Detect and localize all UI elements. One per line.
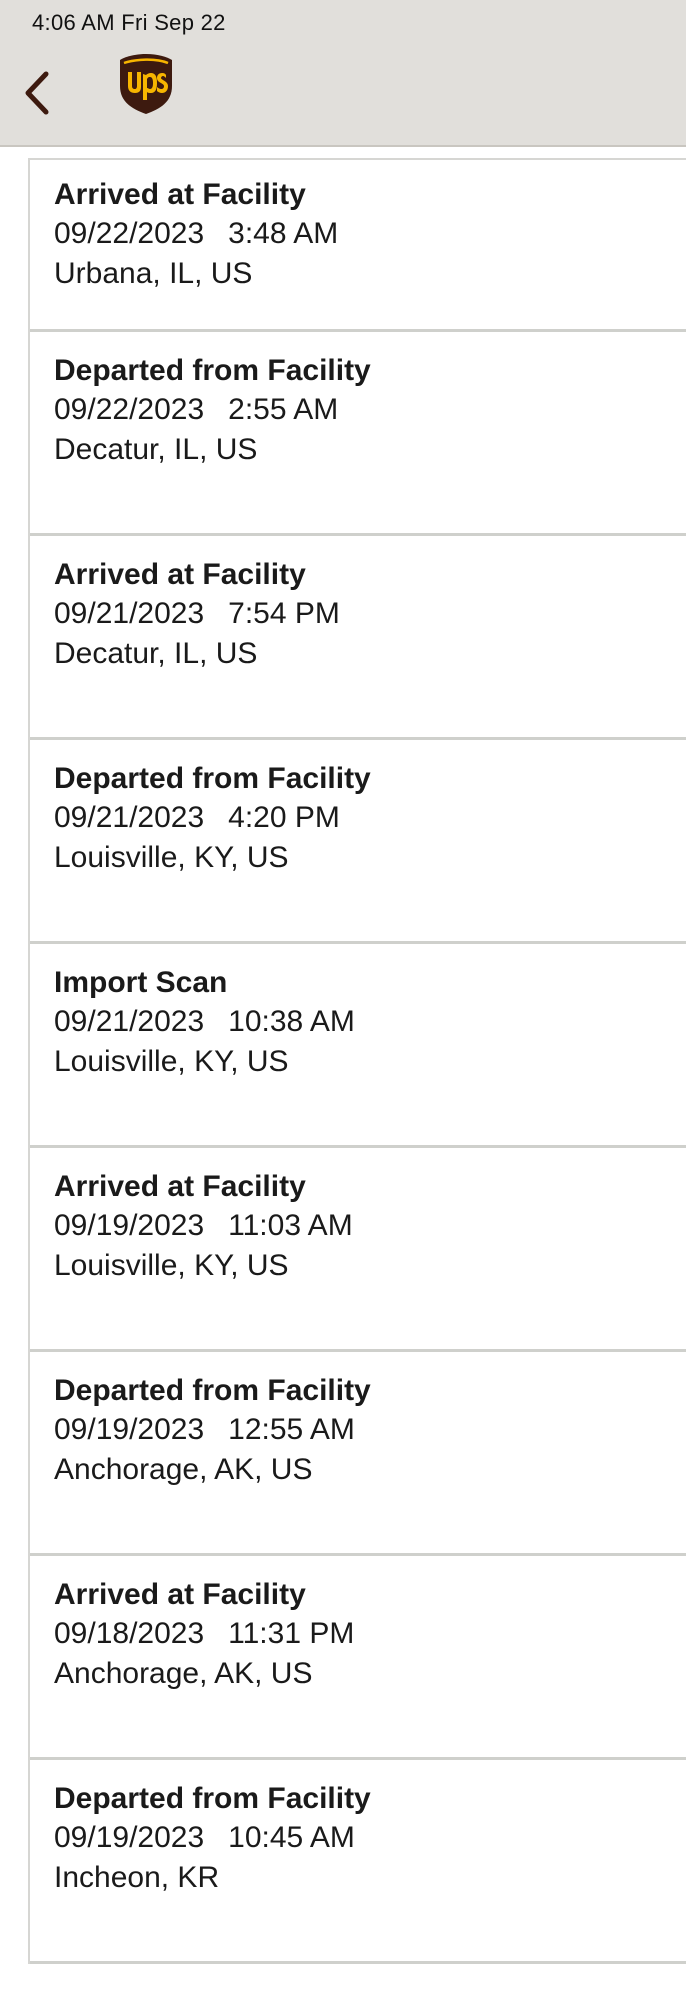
event-date: 09/19/2023 xyxy=(54,1413,205,1446)
event-datetime: 09/19/2023 11:03 AM xyxy=(54,1206,686,1246)
list-item[interactable]: Arrived at Facility 09/22/2023 3:48 AM Ur… xyxy=(30,160,686,332)
event-time: 10:38 AM xyxy=(228,1005,355,1038)
list-item[interactable]: Departed from Facility 09/22/2023 2:55 AM… xyxy=(30,332,686,536)
event-time: 7:54 PM xyxy=(228,597,340,630)
event-time: 4:20 PM xyxy=(228,801,340,834)
event-datetime: 09/21/2023 10:38 AM xyxy=(54,1002,686,1042)
event-location: Anchorage, AK, US xyxy=(54,1657,313,1690)
tracking-history-list: Arrived at Facility 09/22/2023 3:48 AM Ur… xyxy=(28,158,686,1964)
event-location: Decatur, IL, US xyxy=(54,433,258,466)
event-time: 3:48 AM xyxy=(228,217,339,250)
event-date: 09/19/2023 xyxy=(54,1209,205,1242)
event-datetime: 09/21/2023 7:54 PM xyxy=(54,594,686,634)
event-time: 11:31 PM xyxy=(228,1617,355,1650)
event-status: Arrived at Facility xyxy=(54,1578,306,1611)
event-datetime: 09/18/2023 11:31 PM xyxy=(54,1614,686,1654)
event-date: 09/22/2023 xyxy=(54,393,205,426)
status-bar-time: 4:06 AM Fri Sep 22 xyxy=(32,10,226,35)
event-time: 2:55 AM xyxy=(228,393,339,426)
list-item[interactable]: Departed from Facility 09/19/2023 12:55 A… xyxy=(30,1352,686,1556)
event-time: 12:55 AM xyxy=(228,1413,355,1446)
event-date: 09/22/2023 xyxy=(54,217,205,250)
event-date: 09/18/2023 xyxy=(54,1617,205,1650)
event-location: Incheon, KR xyxy=(54,1861,220,1894)
event-location: Urbana, IL, US xyxy=(54,257,253,290)
event-date: 09/21/2023 xyxy=(54,597,205,630)
event-location: Louisville, KY, US xyxy=(54,841,289,874)
event-datetime: 09/19/2023 12:55 AM xyxy=(54,1410,686,1450)
event-datetime: 09/22/2023 2:55 AM xyxy=(54,390,686,430)
event-time: 11:03 AM xyxy=(228,1209,353,1242)
event-status: Departed from Facility xyxy=(54,762,371,795)
event-location: Louisville, KY, US xyxy=(54,1249,289,1282)
event-datetime: 09/22/2023 3:48 AM xyxy=(54,214,686,254)
event-location: Decatur, IL, US xyxy=(54,637,258,670)
event-status: Arrived at Facility xyxy=(54,178,306,211)
list-item[interactable]: Departed from Facility 09/21/2023 4:20 PM… xyxy=(30,740,686,944)
ups-logo xyxy=(118,52,174,116)
chevron-left-icon xyxy=(25,71,49,115)
list-item[interactable]: Import Scan 09/21/2023 10:38 AM Louisvill… xyxy=(30,944,686,1148)
list-item[interactable]: Arrived at Facility 09/18/2023 11:31 PM A… xyxy=(30,1556,686,1760)
event-location: Louisville, KY, US xyxy=(54,1045,289,1078)
list-item[interactable]: Arrived at Facility 09/19/2023 11:03 AM L… xyxy=(30,1148,686,1352)
event-time: 10:45 AM xyxy=(228,1821,355,1854)
back-button[interactable] xyxy=(18,66,58,120)
event-datetime: 09/21/2023 4:20 PM xyxy=(54,798,686,838)
event-date: 09/21/2023 xyxy=(54,801,205,834)
event-status: Departed from Facility xyxy=(54,354,371,387)
event-date: 09/19/2023 xyxy=(54,1821,205,1854)
event-date: 09/21/2023 xyxy=(54,1005,205,1038)
event-status: Arrived at Facility xyxy=(54,558,306,591)
event-status: Departed from Facility xyxy=(54,1782,371,1815)
list-item[interactable]: Arrived at Facility 09/21/2023 7:54 PM De… xyxy=(30,536,686,740)
event-status: Import Scan xyxy=(54,966,228,999)
event-datetime: 09/19/2023 10:45 AM xyxy=(54,1818,686,1858)
app-header: 4:06 AM Fri Sep 22 xyxy=(0,0,686,147)
event-location: Anchorage, AK, US xyxy=(54,1453,313,1486)
list-item[interactable]: Departed from Facility 09/19/2023 10:45 A… xyxy=(30,1760,686,1964)
event-status: Arrived at Facility xyxy=(54,1170,306,1203)
event-status: Departed from Facility xyxy=(54,1374,371,1407)
